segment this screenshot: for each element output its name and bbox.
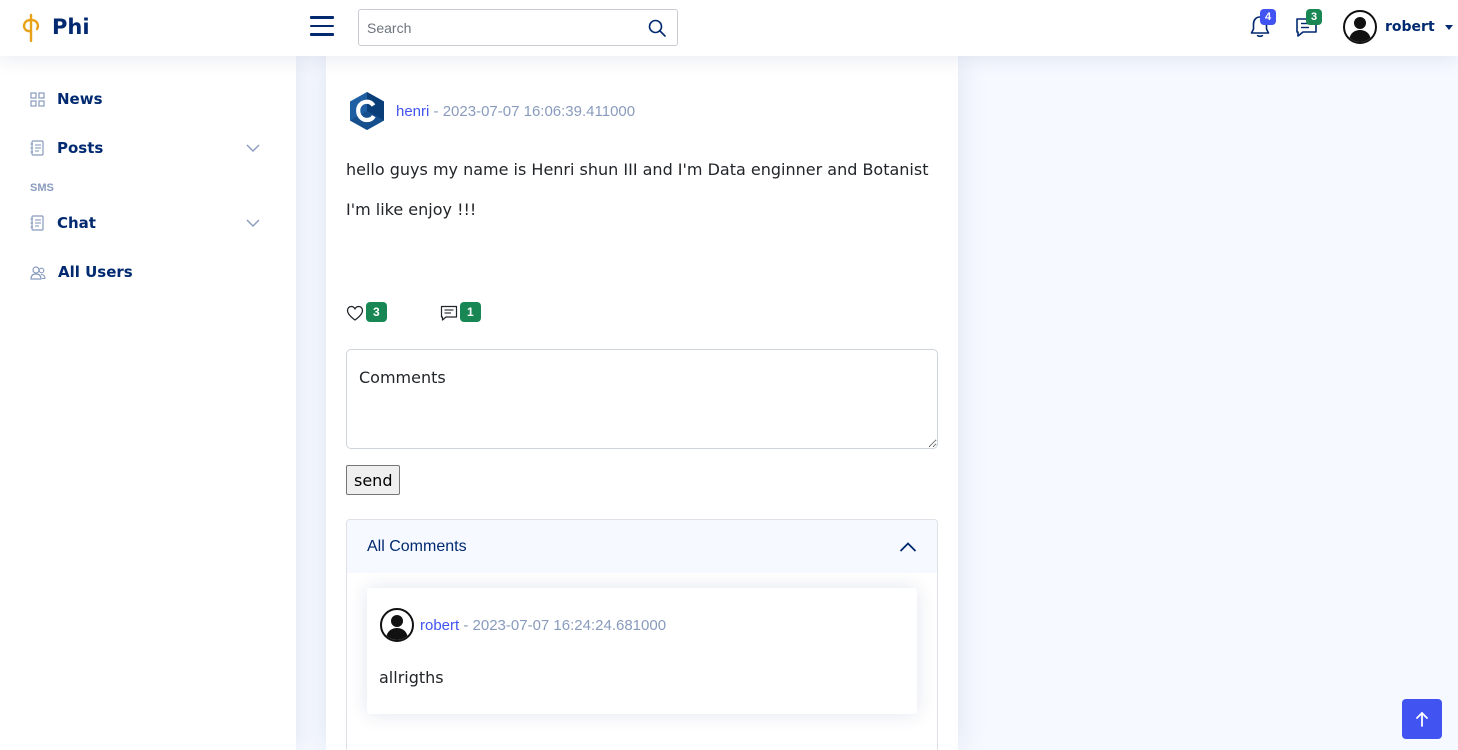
- accordion-title: All Comments: [367, 537, 467, 555]
- menu-bar: [310, 16, 334, 19]
- user-silhouette-icon: [1349, 17, 1371, 42]
- chat-left-text-icon: [440, 305, 458, 321]
- brand-name: Phi: [52, 15, 90, 39]
- journal-icon: [30, 215, 44, 231]
- sidebar-item-all-users[interactable]: All Users: [30, 263, 270, 281]
- comments-toggle-button[interactable]: 1: [440, 302, 481, 322]
- sidebar-item-posts[interactable]: Posts: [30, 139, 270, 157]
- sidebar-item-chat[interactable]: Chat: [30, 214, 270, 232]
- profile-name: robert: [1385, 19, 1435, 35]
- sidebar-item-label: All Users: [58, 263, 133, 281]
- menu-bar: [310, 33, 334, 36]
- messages-button[interactable]: 3: [1294, 9, 1322, 42]
- sidebar-section-heading: SMS: [30, 182, 54, 194]
- search-form: [358, 9, 678, 46]
- notifications-badge: 4: [1260, 9, 1276, 25]
- sidebar-item-label: News: [57, 90, 103, 108]
- comment-author-link[interactable]: robert: [420, 617, 459, 634]
- logo-icon: [22, 13, 40, 42]
- post-body-paragraph: hello guys my name is Henri shun III and…: [346, 160, 929, 179]
- post-body-paragraph: I'm like enjoy !!!: [346, 200, 477, 219]
- comment-avatar: [380, 608, 414, 642]
- cpp-logo-icon: [350, 92, 384, 130]
- heart-icon: [346, 305, 364, 321]
- journal-icon: [30, 140, 44, 156]
- people-icon: [30, 265, 46, 280]
- post-timestamp: 2023-07-07 16:06:39.411000: [442, 102, 636, 120]
- menu-bar: [310, 24, 334, 27]
- top-header: Phi 4 3 robe: [0, 0, 1458, 56]
- comment-separator: -: [459, 616, 473, 634]
- notifications-button[interactable]: 4: [1248, 9, 1276, 42]
- post-card: henri - 2023-07-07 16:06:39.411000 hello…: [326, 56, 958, 750]
- search-input[interactable]: [359, 10, 629, 45]
- like-button[interactable]: 3: [346, 302, 387, 322]
- chevron-up-icon: [899, 541, 917, 552]
- toggle-sidebar-button[interactable]: [310, 16, 334, 38]
- comment-textarea[interactable]: [346, 349, 938, 449]
- chevron-down-icon: [246, 144, 260, 152]
- avatar: [1343, 10, 1377, 44]
- sidebar-item-label: Chat: [57, 214, 96, 232]
- arrow-up-icon: [1416, 712, 1428, 727]
- user-silhouette-icon: [386, 615, 408, 640]
- send-comment-button[interactable]: send: [346, 465, 401, 495]
- sidebar-item-label: Posts: [57, 139, 104, 157]
- sidebar: News Posts SMS Chat All Users: [0, 56, 296, 750]
- comment-text: allrigths: [379, 668, 444, 687]
- accordion-header-button[interactable]: All Comments: [347, 520, 937, 573]
- profile-dropdown[interactable]: robert: [1343, 10, 1453, 44]
- caret-down-icon: [1444, 24, 1453, 30]
- comment-timestamp: 2023-07-07 16:24:24.681000: [472, 616, 667, 634]
- all-comments-accordion: All Comments robert - 2023-07-07 16:24:2…: [346, 519, 938, 750]
- sidebar-item-news[interactable]: News: [30, 90, 270, 108]
- comment-header: robert - 2023-07-07 16:24:24.681000: [380, 608, 666, 642]
- back-to-top-button[interactable]: [1402, 699, 1442, 739]
- post-author-link[interactable]: henri: [396, 103, 429, 120]
- post-header: henri - 2023-07-07 16:06:39.411000: [346, 90, 635, 132]
- brand-logo[interactable]: Phi: [20, 12, 90, 42]
- comments-count-badge: 1: [460, 302, 481, 322]
- comment-item: robert - 2023-07-07 16:24:24.681000 allr…: [367, 588, 917, 714]
- post-separator: -: [429, 102, 443, 120]
- messages-badge: 3: [1306, 9, 1322, 25]
- search-icon[interactable]: [647, 18, 667, 38]
- grid-icon: [30, 91, 45, 107]
- chevron-down-icon: [246, 219, 260, 227]
- likes-count-badge: 3: [366, 302, 387, 322]
